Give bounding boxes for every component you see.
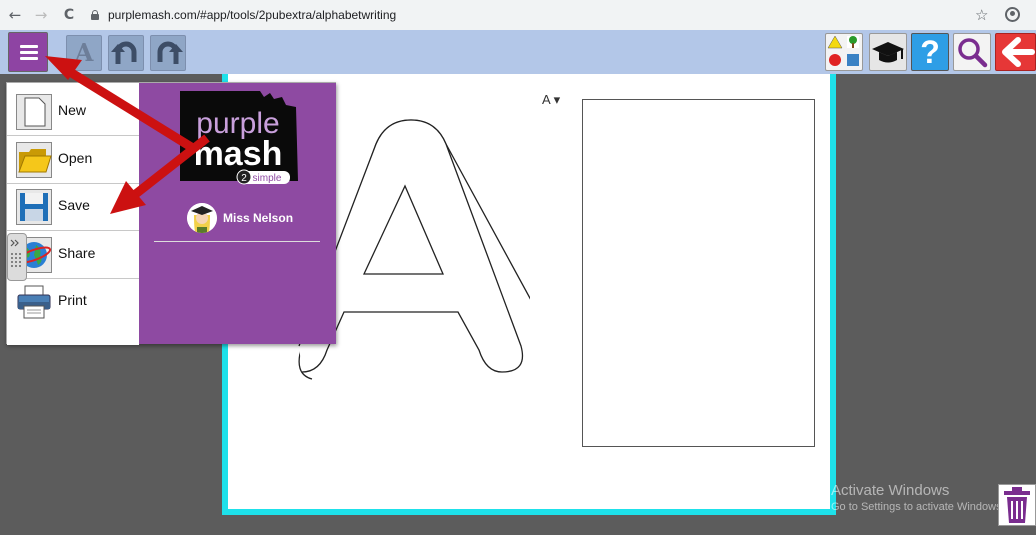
user-account[interactable]: Miss Nelson xyxy=(187,203,293,233)
search-button[interactable] xyxy=(953,33,991,71)
back-arrow-icon xyxy=(1002,37,1035,67)
menu-item-label: Print xyxy=(58,292,87,308)
menu-item-label: Save xyxy=(58,197,90,213)
menu-item-label: Open xyxy=(58,150,93,166)
side-panel-toggle[interactable] xyxy=(7,233,27,281)
trash-button[interactable] xyxy=(998,484,1036,526)
shapes-icon xyxy=(827,35,859,66)
search-icon xyxy=(958,38,988,68)
profile-icon[interactable] xyxy=(1005,7,1020,22)
menu-button[interactable] xyxy=(8,32,48,72)
expand-dots-icon xyxy=(10,239,21,267)
menu-list: New Open Save Share Print xyxy=(7,83,139,345)
file-menu: New Open Save Share Print purple mash 2 … xyxy=(6,82,336,345)
printer-icon xyxy=(17,285,51,319)
undo-icon xyxy=(111,41,137,64)
menu-item-print[interactable]: Print xyxy=(7,279,139,326)
avatar-graduate-icon xyxy=(187,203,217,233)
menu-item-label: Share xyxy=(58,245,96,261)
activation-watermark-title: Activate Windows xyxy=(831,482,950,499)
undo-button[interactable] xyxy=(108,35,144,71)
bookmark-star-icon[interactable]: ☆ xyxy=(975,6,988,24)
font-button[interactable]: A xyxy=(66,35,102,71)
menu-item-save[interactable]: Save xyxy=(7,184,139,231)
hamburger-icon-bar xyxy=(20,57,38,60)
user-name: Miss Nelson xyxy=(223,211,294,225)
address-bar[interactable]: purplemash.com/#app/tools/2pubextra/alph… xyxy=(86,4,996,26)
account-panel: purple mash 2 simple Miss Nelson xyxy=(139,83,336,344)
browser-bar: ← → C purplemash.com/#app/tools/2pubextr… xyxy=(0,0,1036,30)
graduation-cap-icon xyxy=(872,42,904,63)
trash-icon xyxy=(1004,487,1030,523)
logo-badge-number: 2 xyxy=(241,173,247,184)
reload-icon[interactable]: C xyxy=(58,7,80,23)
url-text: purplemash.com/#app/tools/2pubextra/alph… xyxy=(108,8,397,22)
purple-mash-logo: purple mash 2 simple xyxy=(180,91,298,185)
letter-dropdown[interactable]: A ▾ xyxy=(542,92,560,108)
menu-item-new[interactable]: New xyxy=(7,89,139,136)
logo-badge-text: simple xyxy=(253,173,282,184)
menu-item-label: New xyxy=(58,102,87,118)
writing-box[interactable] xyxy=(582,99,815,447)
redo-button[interactable] xyxy=(150,35,186,71)
exit-button[interactable] xyxy=(995,33,1036,71)
forward-arrow-icon[interactable]: → xyxy=(30,6,52,24)
lock-icon xyxy=(90,10,100,20)
new-document-icon xyxy=(16,94,52,130)
help-button[interactable]: ? xyxy=(911,33,949,71)
open-folder-icon xyxy=(16,142,52,178)
save-disk-icon xyxy=(16,189,52,225)
hamburger-icon xyxy=(20,45,38,48)
back-arrow-icon[interactable]: ← xyxy=(4,6,26,24)
hamburger-icon-bar xyxy=(20,51,38,54)
redo-icon xyxy=(157,41,183,64)
app-toolbar: A ? xyxy=(0,30,1036,74)
menu-item-open[interactable]: Open xyxy=(7,137,139,184)
teacher-button[interactable] xyxy=(869,33,907,71)
divider xyxy=(154,241,320,242)
activation-watermark-subtitle: Go to Settings to activate Windows. xyxy=(831,501,1005,513)
avatar xyxy=(187,203,217,233)
activities-button[interactable] xyxy=(825,33,863,71)
logo-word-mash: mash xyxy=(194,135,283,173)
